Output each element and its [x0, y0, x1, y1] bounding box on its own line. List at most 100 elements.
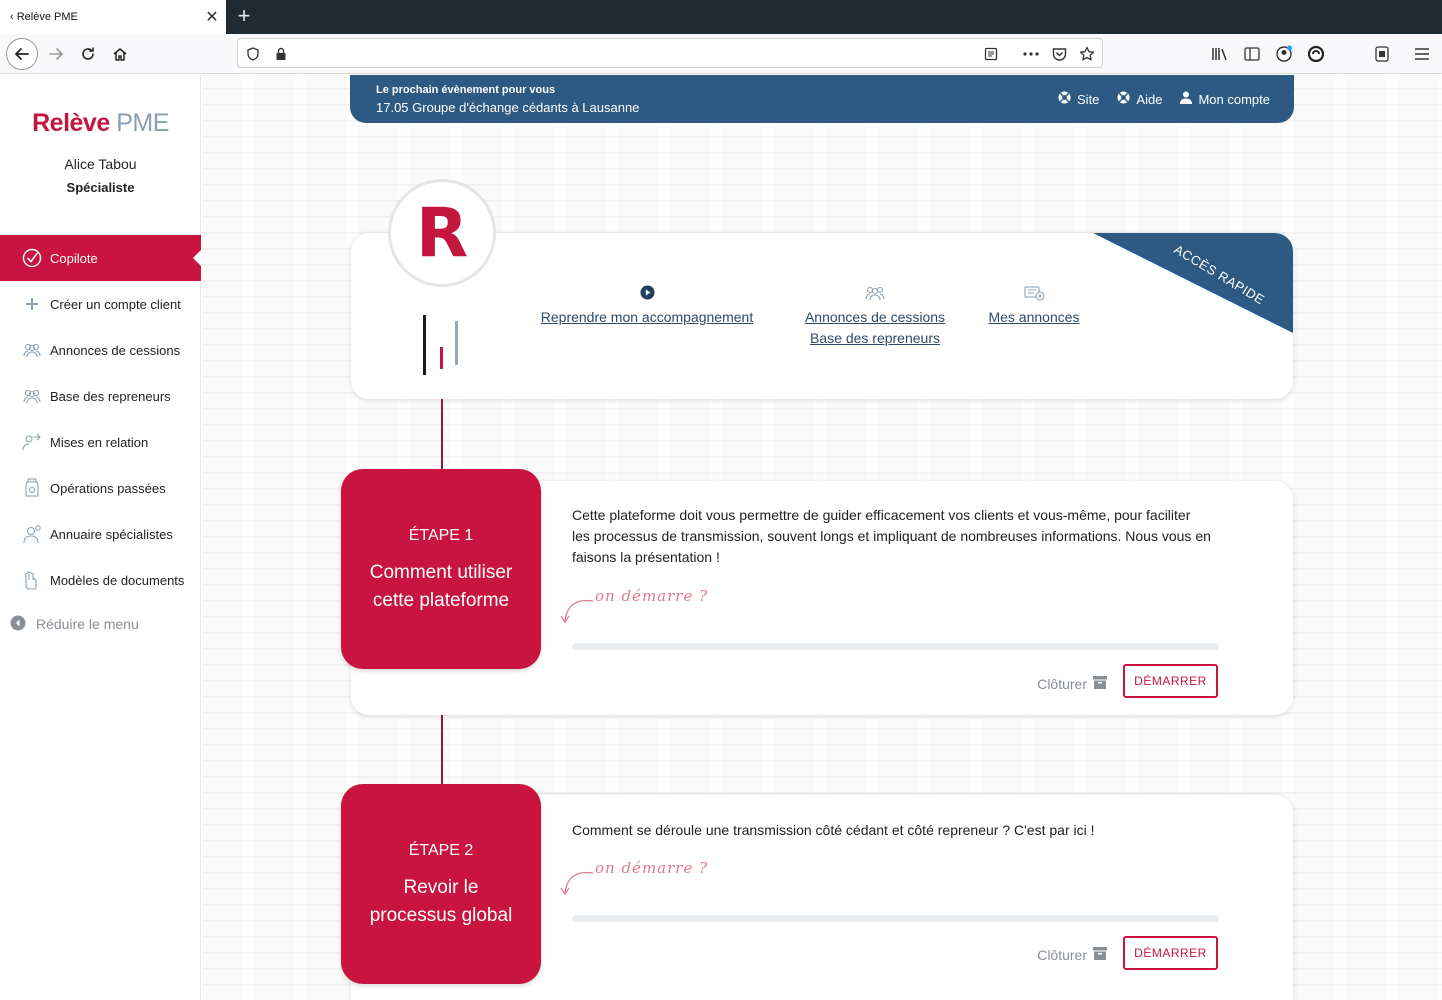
close-step-label: Clôturer: [1037, 947, 1087, 963]
step-description: Comment se déroule une transmission côté…: [572, 822, 1095, 838]
next-event-label: Le prochain évènement pour vous: [376, 84, 556, 96]
site-link[interactable]: Site: [1058, 91, 1099, 107]
back-icon[interactable]: [6, 38, 38, 70]
jar-icon: [22, 478, 42, 498]
step-1-badge: ÉTAPE 1 Comment utiliser cette plateform…: [341, 469, 541, 669]
quick-link-label[interactable]: Reprendre mon accompagnement: [532, 307, 762, 328]
sidebar-item-annuaire[interactable]: Annuaire spécialistes: [0, 511, 201, 557]
sidebar-item-annonces[interactable]: Annonces de cessions: [0, 327, 201, 373]
step-label: ÉTAPE 1: [408, 527, 474, 544]
sidebar-item-label: Annuaire spécialistes: [50, 526, 173, 542]
step-title-line2: processus global: [369, 905, 513, 926]
shield-icon[interactable]: [244, 45, 262, 63]
quick-link-annonces-base: Annonces de cessions Base des repreneurs: [795, 285, 955, 349]
main-content: Le prochain évènement pour vous 17.05 Gr…: [202, 75, 1442, 1000]
quick-access-ribbon: [1093, 233, 1293, 333]
users-group-icon: [22, 386, 42, 406]
step-title-line1: Revoir le: [403, 877, 479, 898]
close-step-label: Clôturer: [1037, 676, 1087, 692]
sidebar-item-modeles-documents[interactable]: Modèles de documents: [0, 557, 201, 603]
close-step-button[interactable]: Clôturer: [1037, 676, 1107, 692]
logo-letter: R: [415, 193, 469, 273]
browser-tab[interactable]: ‹ Relève PME ✕: [0, 0, 226, 34]
aide-link[interactable]: Aide: [1117, 91, 1162, 107]
step-description: Cette plateforme doit vous permettre de …: [572, 507, 1211, 565]
step-title-line1: Comment utiliser: [369, 562, 513, 583]
user-icon: [1180, 91, 1193, 107]
new-tab-button[interactable]: +: [232, 4, 256, 28]
sidebar-toggle-icon[interactable]: [1242, 44, 1262, 64]
browser-tab-bar: ‹ Relève PME ✕ +: [0, 0, 1442, 34]
step-label: ÉTAPE 2: [408, 842, 474, 859]
aide-link-label: Aide: [1136, 91, 1163, 107]
quick-link-reprendre[interactable]: Reprendre mon accompagnement: [532, 285, 762, 328]
sidebar-item-operations-passees[interactable]: Opérations passées: [0, 465, 201, 511]
users-group-icon: [22, 340, 42, 360]
sidebar-item-copilote[interactable]: Copilote: [0, 235, 201, 281]
browser-toolbar: [0, 34, 1442, 74]
hamburger-menu-icon[interactable]: [1412, 44, 1432, 64]
add-listing-icon: [981, 285, 1087, 303]
specialist-icon: [22, 524, 42, 544]
start-hint: on démarre ?: [557, 587, 727, 625]
bookmark-star-icon[interactable]: [1078, 45, 1096, 63]
account-link[interactable]: Mon compte: [1180, 91, 1270, 107]
extension-icon[interactable]: [1372, 44, 1392, 64]
sidebar-item-base-repreneurs[interactable]: Base des repreneurs: [0, 373, 201, 419]
lock-icon[interactable]: [272, 45, 290, 63]
next-event-text[interactable]: 17.05 Groupe d'échange cédants à Lausann…: [376, 100, 639, 115]
start-step-button[interactable]: DÉMARRER: [1123, 936, 1218, 970]
curved-arrow-icon: [560, 871, 594, 896]
forward-icon[interactable]: [40, 38, 72, 70]
close-tab-icon[interactable]: ✕: [198, 7, 226, 27]
account-link-label: Mon compte: [1198, 91, 1270, 107]
quick-link-mes-annonces[interactable]: Mes annonces: [981, 285, 1087, 328]
sidebar-item-label: Annonces de cessions: [50, 342, 181, 358]
more-actions-icon[interactable]: [1022, 45, 1040, 63]
sidebar-item-creer-compte[interactable]: Créer un compte client: [0, 281, 201, 327]
users-group-icon: [795, 285, 955, 303]
releve-pme-logo[interactable]: Relève PME: [0, 109, 201, 138]
quick-link-base-repreneurs[interactable]: Base des repreneurs: [795, 328, 955, 349]
site-link-label: Site: [1077, 91, 1100, 107]
releve-r-logo: R: [388, 179, 496, 287]
home-icon[interactable]: [104, 38, 136, 70]
reload-icon[interactable]: [72, 38, 104, 70]
user-role: Spécialiste: [66, 180, 135, 195]
step-progress-bar: [572, 915, 1219, 922]
timeline-connector: [441, 399, 443, 469]
sidebar-item-mises-en-relation[interactable]: Mises en relation: [0, 419, 201, 465]
reader-view-icon[interactable]: [982, 45, 1000, 63]
step-2-badge: ÉTAPE 2 Revoir le processus global: [341, 784, 541, 984]
logo-text-pme: PME: [116, 109, 169, 137]
quick-link-label[interactable]: Mes annonces: [981, 307, 1087, 328]
pocket-icon[interactable]: [1050, 45, 1068, 63]
decorative-bars: [423, 315, 458, 375]
user-name: Alice Tabou: [64, 156, 137, 172]
start-hint-text: on démarre ?: [595, 859, 709, 877]
start-hint: on démarre ?: [557, 859, 727, 897]
url-bar[interactable]: [237, 38, 1103, 68]
account-icon[interactable]: [1274, 44, 1294, 64]
event-header-bar: Le prochain évènement pour vous 17.05 Gr…: [350, 75, 1294, 123]
close-step-button[interactable]: Clôturer: [1037, 947, 1107, 963]
timeline-connector: [441, 715, 443, 785]
sync-extension-icon[interactable]: [1306, 44, 1326, 64]
quick-link-annonces[interactable]: Annonces de cessions: [795, 307, 955, 328]
library-icon[interactable]: [1210, 44, 1230, 64]
chevron-left-circle-icon: [10, 615, 28, 633]
step-title-line2: cette plateforme: [372, 590, 510, 611]
step-progress-bar: [572, 643, 1219, 650]
sidebar-item-label: Mises en relation: [50, 434, 149, 450]
logo-text-releve: Relève: [32, 109, 110, 137]
header-links: Site Aide Mon compte: [1058, 91, 1270, 107]
quick-access-card: ACCÈS RAPIDE Reprendre mon accompagnemen…: [351, 233, 1293, 399]
plus-icon: [22, 294, 42, 314]
reduce-menu-label: Réduire le menu: [36, 616, 139, 632]
lifebuoy-icon: [1058, 91, 1071, 107]
sidebar-item-label: Modèles de documents: [50, 572, 185, 588]
sidebar-item-label: Base des repreneurs: [50, 388, 171, 404]
start-step-button[interactable]: DÉMARRER: [1123, 664, 1218, 698]
curved-arrow-icon: [560, 599, 594, 624]
reduce-menu-button[interactable]: Réduire le menu: [0, 612, 201, 636]
